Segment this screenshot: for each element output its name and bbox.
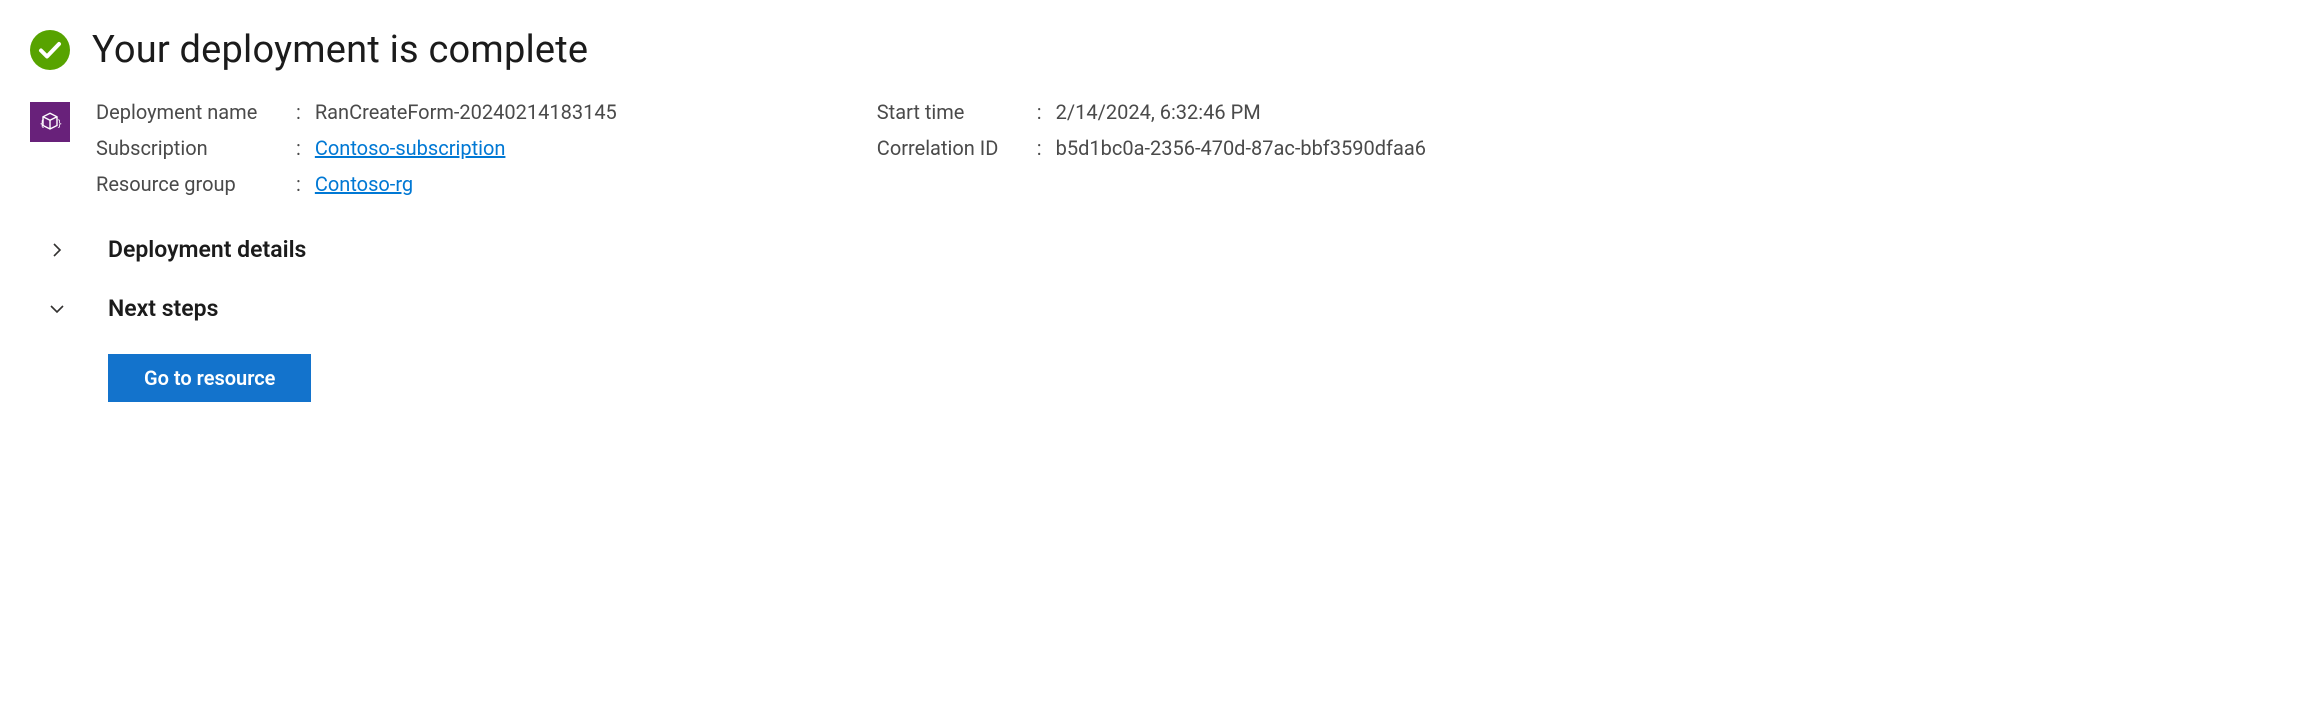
header-row: Your deployment is complete <box>30 28 2284 72</box>
separator: : <box>296 172 301 196</box>
correlation-id-label: Correlation ID <box>877 136 1037 160</box>
deployment-name-row: Deployment name : RanCreateForm-20240214… <box>96 100 617 124</box>
chevron-down-icon <box>48 300 66 318</box>
svg-text:}: } <box>57 119 62 129</box>
start-time-row: Start time : 2/14/2024, 6:32:46 PM <box>877 100 1426 124</box>
correlation-id-value: b5d1bc0a-2356-470d-87ac-bbf3590dfaa6 <box>1056 136 1426 160</box>
resource-group-row: Resource group : Contoso-rg <box>96 172 617 196</box>
start-time-label: Start time <box>877 100 1037 124</box>
separator: : <box>1037 100 1042 124</box>
deployment-details-title: Deployment details <box>108 236 306 263</box>
deployment-info-row: { } Deployment name : RanCreateForm-2024… <box>30 100 2284 196</box>
details-right-column: Start time : 2/14/2024, 6:32:46 PM Corre… <box>877 100 1426 196</box>
resource-type-icon: { } <box>30 102 70 142</box>
resource-group-link[interactable]: Contoso-rg <box>315 172 413 196</box>
resource-group-label: Resource group <box>96 172 296 196</box>
correlation-id-row: Correlation ID : b5d1bc0a-2356-470d-87ac… <box>877 136 1426 160</box>
svg-text:{: { <box>40 119 45 129</box>
start-time-value: 2/14/2024, 6:32:46 PM <box>1056 100 1261 124</box>
chevron-right-icon <box>48 241 66 259</box>
go-to-resource-button[interactable]: Go to resource <box>108 354 311 402</box>
separator: : <box>1037 136 1042 160</box>
next-steps-toggle[interactable]: Next steps <box>30 295 2284 322</box>
success-check-icon <box>30 30 70 70</box>
subscription-link[interactable]: Contoso-subscription <box>315 136 506 160</box>
next-steps-title: Next steps <box>108 295 218 322</box>
separator: : <box>296 100 301 124</box>
subscription-row: Subscription : Contoso-subscription <box>96 136 617 160</box>
next-steps-content: Go to resource <box>30 354 2284 402</box>
separator: : <box>296 136 301 160</box>
subscription-label: Subscription <box>96 136 296 160</box>
details-columns: Deployment name : RanCreateForm-20240214… <box>96 100 2284 196</box>
deployment-name-label: Deployment name <box>96 100 296 124</box>
details-left-column: Deployment name : RanCreateForm-20240214… <box>96 100 617 196</box>
deployment-details-toggle[interactable]: Deployment details <box>30 236 2284 263</box>
deployment-name-value: RanCreateForm-20240214183145 <box>315 100 617 124</box>
page-title: Your deployment is complete <box>92 28 588 72</box>
